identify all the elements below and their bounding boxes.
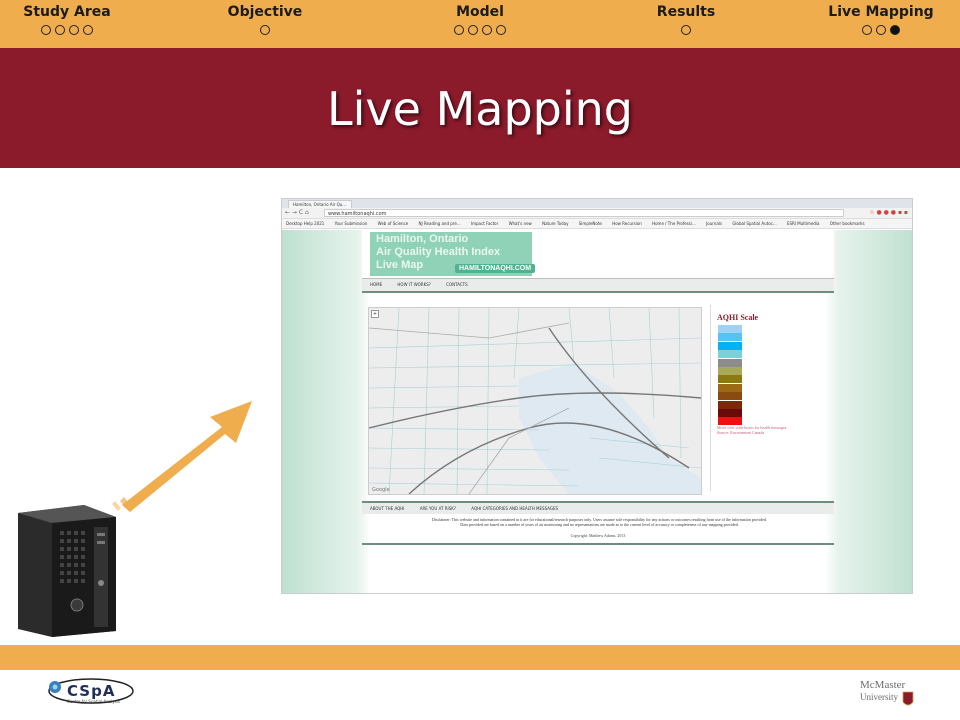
progress-dot[interactable] (496, 25, 506, 35)
section-navigation: Study Area Objective Model Results Live … (0, 0, 960, 48)
cspa-logo-text: CSpA (67, 682, 115, 700)
banner-line: Air Quality Health Index (376, 246, 501, 258)
aqhi-swatch-9[interactable] (718, 392, 742, 401)
browser-address-bar: ← → C ⌂ www.hamiltonaqhi.com ☆ ● ● ● ▪ ▪ (282, 208, 912, 219)
mcmaster-logo-icon: McMaster University (860, 679, 914, 706)
map-credit: Google (372, 487, 390, 493)
progress-dot[interactable] (260, 25, 270, 35)
bookmark[interactable]: What's new (509, 221, 532, 226)
mcmaster-line: McMaster (860, 679, 906, 691)
aqhi-swatch-4[interactable] (718, 350, 742, 359)
zoom-in-button[interactable]: + (371, 310, 379, 318)
progress-dots (822, 25, 940, 35)
progress-dot[interactable] (41, 25, 51, 35)
workstation-tower-icon (18, 505, 116, 637)
nav-study-area[interactable]: Study Area (22, 4, 112, 35)
progress-dots (435, 25, 525, 35)
progress-dot[interactable] (876, 25, 886, 35)
banner-url-badge[interactable]: HAMILTONAQHI.COM (455, 264, 536, 273)
browser-tab[interactable]: Hamilton, Ontario Air Qu... (288, 200, 352, 208)
site-nav-how-it-works[interactable]: HOW IT WORKS? (397, 282, 430, 287)
url-field[interactable]: www.hamiltonaqhi.com (324, 209, 844, 217)
bookmark[interactable]: Impact Factor (471, 221, 498, 226)
progress-dot[interactable] (454, 25, 464, 35)
slide-title: Live Mapping (327, 82, 633, 136)
site-nav: HOME HOW IT WORKS? CONTACTS (362, 278, 834, 293)
legend-note: Move over scale boxes for health message… (717, 425, 786, 435)
nav-label: Objective (227, 4, 303, 20)
aqhi-swatch-1[interactable] (718, 325, 742, 333)
nav-results[interactable]: Results (648, 4, 724, 35)
bookmark[interactable]: Your Submission (335, 221, 368, 226)
bookmark[interactable]: Global Spatial Autoc... (732, 221, 776, 226)
footer-nav-about[interactable]: ABOUT THE AQHI (370, 506, 404, 511)
site-footer-nav: ABOUT THE AQHI ARE YOU AT RISK? AQHI CAT… (362, 501, 834, 514)
site-nav-home[interactable]: HOME (370, 282, 382, 287)
live-map[interactable]: + Google (368, 307, 702, 495)
site-nav-contacts[interactable]: CONTACTS (446, 282, 468, 287)
bookmark[interactable]: ESRI Multimedia (787, 221, 820, 226)
bookmark[interactable]: Other bookmarks (830, 221, 865, 226)
footer-nav-at-risk[interactable]: ARE YOU AT RISK? (420, 506, 456, 511)
disclaimer-line: Data provided are based on a number of y… (460, 522, 739, 527)
progress-dot[interactable] (83, 25, 93, 35)
aqhi-swatch-6[interactable] (718, 367, 742, 375)
bookmark[interactable]: Web of Science (378, 221, 409, 226)
aqhi-swatch-5[interactable] (718, 358, 742, 367)
progress-dot-current[interactable] (890, 25, 900, 35)
nav-model[interactable]: Model (435, 4, 525, 35)
copyright-text: Copyright: Matthew Adams, 2013 (570, 533, 626, 538)
aqhi-swatch-11[interactable] (718, 409, 742, 417)
bookmark[interactable]: Journals (706, 221, 722, 226)
bookmarks-bar: Desktop Help 2021 Your Submission Web of… (282, 219, 912, 229)
bookmark[interactable]: Desktop Help 2021 (286, 221, 324, 226)
progress-dots (648, 25, 724, 35)
cspa-logo-subtext: Centre for Spatial Analysis (67, 699, 120, 704)
nav-label: Model (456, 4, 504, 20)
aqhi-swatch-10[interactable] (718, 400, 742, 409)
extension-icons[interactable]: ☆ ● ● ● ▪ ▪ (869, 209, 908, 216)
bookmark[interactable]: SimpleNote (579, 221, 602, 226)
browser-nav-buttons[interactable]: ← → C ⌂ (285, 209, 309, 216)
progress-dot[interactable] (468, 25, 478, 35)
legend-title: AQHI Scale (717, 313, 759, 322)
banner-line: Live Map (376, 259, 424, 271)
browser-tab-bar: Hamilton, Ontario Air Qu... (282, 199, 912, 208)
aqhi-swatch-7[interactable] (718, 375, 742, 384)
website-screenshot: Hamilton, Ontario Air Qu... ← → C ⌂ www.… (281, 198, 913, 594)
footer-nav-categories[interactable]: AQHI CATEGORIES AND HEALTH MESSAGES (471, 506, 558, 511)
progress-dot[interactable] (55, 25, 65, 35)
aqhi-swatch-8[interactable] (718, 383, 742, 392)
banner-line: Hamilton, Ontario (376, 233, 469, 245)
aqhi-legend: AQHI Scale Move over scale boxes for hea… (710, 305, 831, 491)
progress-dot[interactable] (69, 25, 79, 35)
nav-objective[interactable]: Objective (223, 4, 307, 35)
arrow-icon (112, 401, 252, 512)
nav-label: Results (656, 4, 716, 20)
progress-dot[interactable] (482, 25, 492, 35)
nav-live-mapping[interactable]: Live Mapping (822, 4, 940, 35)
progress-dot[interactable] (681, 25, 691, 35)
legend-note-line: Source: Environment Canada (717, 430, 765, 435)
bookmark[interactable]: How Recursion (612, 221, 642, 226)
nav-label: Study Area (23, 4, 111, 20)
aqhi-swatch-3[interactable] (718, 341, 742, 350)
cspa-logo-icon: CSpA Centre for Spatial Analysis (48, 678, 134, 704)
mcmaster-logo: McMaster University (858, 674, 918, 718)
progress-dots (223, 25, 307, 35)
footer-divider (362, 543, 834, 545)
cspa-logo: CSpA Centre for Spatial Analysis (45, 676, 135, 710)
map-streets (369, 308, 701, 494)
progress-dot[interactable] (862, 25, 872, 35)
bookmark[interactable]: Home / The Professi... (652, 221, 696, 226)
nav-label: Live Mapping (828, 4, 934, 20)
progress-dots (22, 25, 112, 35)
aqhi-swatch-2[interactable] (718, 333, 742, 342)
footer-bar (0, 645, 960, 670)
site-banner: Hamilton, Ontario Air Quality Health Ind… (362, 230, 834, 278)
mcmaster-line: University (860, 692, 898, 702)
bookmark[interactable]: NJ Reading and pre... (419, 221, 461, 226)
bookmark[interactable]: Nature Today (542, 221, 568, 226)
disclaimer-text: Disclaimer: This website and information… (377, 517, 822, 527)
